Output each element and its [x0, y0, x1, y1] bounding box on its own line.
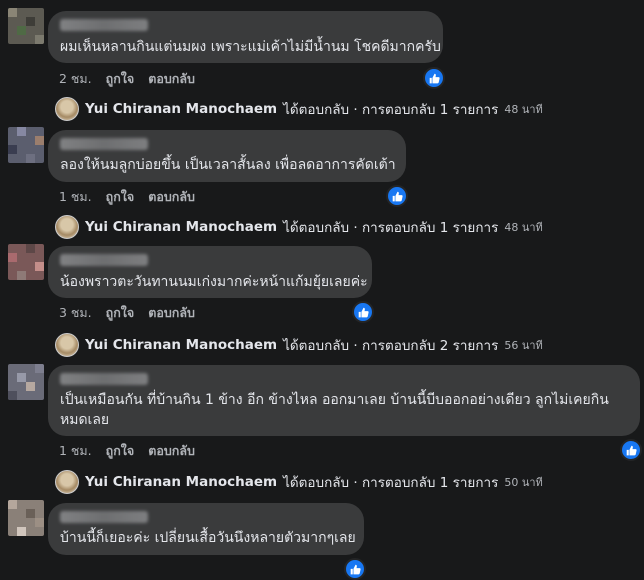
- comment-text: เป็นเหมือนกัน ที่บ้านกิน 1 ข้าง อีก ข้าง…: [60, 392, 609, 428]
- like-badge[interactable]: [386, 185, 408, 207]
- comment-text: น้องพราวตะวันทานนมเก่งมากค่ะหน้าแก้มยุ้ย…: [60, 274, 368, 290]
- like-button[interactable]: ถูกใจ: [106, 303, 135, 323]
- avatar[interactable]: [8, 8, 44, 44]
- reply-author[interactable]: Yui Chiranan Manochaem: [85, 337, 277, 353]
- reply-time: 56 นาที: [504, 339, 543, 352]
- comment-actions: 1 ชม. ถูกใจ ตอบกลับ: [59, 187, 195, 207]
- comment-actions: 3 ชม. ถูกใจ ตอบกลับ: [59, 303, 195, 323]
- comment-bubble: เป็นเหมือนกัน ที่บ้านกิน 1 ข้าง อีก ข้าง…: [48, 365, 640, 436]
- reply-button[interactable]: ตอบกลับ: [148, 69, 195, 89]
- avatar[interactable]: [8, 244, 44, 280]
- thumbs-up-icon: [358, 307, 369, 317]
- comment-time[interactable]: 3 ชม.: [59, 303, 92, 323]
- reply-summary[interactable]: ได้ตอบกลับ · การตอบกลับ 1 รายการ: [283, 216, 498, 238]
- avatar: [55, 97, 79, 121]
- comment-text: ลองให้นมลูกบ่อยขึ้น เป็นเวลาสั้นลง เพื่อ…: [60, 157, 396, 173]
- like-badge[interactable]: [620, 439, 642, 461]
- comment-actions: 2 ชม. ถูกใจ ตอบกลับ: [59, 69, 195, 89]
- reply-summary[interactable]: ได้ตอบกลับ · การตอบกลับ 1 รายการ: [283, 471, 498, 493]
- reply-button[interactable]: ตอบกลับ: [148, 441, 195, 461]
- commenter-name[interactable]: [60, 138, 148, 150]
- reply-button[interactable]: ตอบกลับ: [148, 303, 195, 323]
- reply-summary[interactable]: ได้ตอบกลับ · การตอบกลับ 2 รายการ: [283, 334, 498, 356]
- reply-time: 48 นาที: [504, 221, 543, 234]
- reply-time: 50 นาที: [504, 476, 543, 489]
- view-replies[interactable]: Yui Chiranan Manochaem ได้ตอบกลับ · การต…: [55, 470, 543, 494]
- like-button[interactable]: ถูกใจ: [106, 69, 135, 89]
- reply-time: 48 นาที: [504, 103, 543, 116]
- reply-author[interactable]: Yui Chiranan Manochaem: [85, 474, 277, 490]
- comment-time[interactable]: 1 ชม.: [59, 187, 92, 207]
- comment-time[interactable]: 2 ชม.: [59, 69, 92, 89]
- like-button[interactable]: ถูกใจ: [106, 441, 135, 461]
- thumbs-up-icon: [350, 564, 361, 574]
- comment-text: ผมเห็นหลานกินแต่นมผง เพราะแม่เค้าไม่มีน้…: [60, 39, 441, 55]
- reply-summary[interactable]: ได้ตอบกลับ · การตอบกลับ 1 รายการ: [283, 98, 498, 120]
- view-replies[interactable]: Yui Chiranan Manochaem ได้ตอบกลับ · การต…: [55, 333, 543, 357]
- like-badge[interactable]: [352, 301, 374, 323]
- view-replies[interactable]: Yui Chiranan Manochaem ได้ตอบกลับ · การต…: [55, 97, 543, 121]
- avatar[interactable]: [8, 364, 44, 400]
- like-button[interactable]: ถูกใจ: [106, 187, 135, 207]
- avatar[interactable]: [8, 127, 44, 163]
- avatar: [55, 333, 79, 357]
- like-badge[interactable]: [423, 67, 445, 89]
- reply-author[interactable]: Yui Chiranan Manochaem: [85, 219, 277, 235]
- like-badge[interactable]: [344, 558, 366, 580]
- comment-bubble: ลองให้นมลูกบ่อยขึ้น เป็นเวลาสั้นลง เพื่อ…: [48, 130, 406, 182]
- avatar: [55, 215, 79, 239]
- reply-author[interactable]: Yui Chiranan Manochaem: [85, 101, 277, 117]
- commenter-name[interactable]: [60, 511, 148, 523]
- comment-text: บ้านนี้ก็เยอะค่ะ เปลี่ยนเสื้อวันนึงหลายต…: [60, 530, 356, 546]
- commenter-name[interactable]: [60, 19, 148, 31]
- thumbs-up-icon: [392, 191, 403, 201]
- comment-actions: 1 ชม. ถูกใจ ตอบกลับ: [59, 441, 195, 461]
- comment-bubble: น้องพราวตะวันทานนมเก่งมากค่ะหน้าแก้มยุ้ย…: [48, 246, 372, 298]
- thumbs-up-icon: [429, 73, 440, 83]
- avatar[interactable]: [8, 500, 44, 536]
- comment-bubble: บ้านนี้ก็เยอะค่ะ เปลี่ยนเสื้อวันนึงหลายต…: [48, 503, 364, 555]
- commenter-name[interactable]: [60, 373, 148, 385]
- avatar: [55, 470, 79, 494]
- commenter-name[interactable]: [60, 254, 148, 266]
- comment-bubble: ผมเห็นหลานกินแต่นมผง เพราะแม่เค้าไม่มีน้…: [48, 11, 443, 63]
- thumbs-up-icon: [626, 445, 637, 455]
- comment-time[interactable]: 1 ชม.: [59, 441, 92, 461]
- view-replies[interactable]: Yui Chiranan Manochaem ได้ตอบกลับ · การต…: [55, 215, 543, 239]
- reply-button[interactable]: ตอบกลับ: [148, 187, 195, 207]
